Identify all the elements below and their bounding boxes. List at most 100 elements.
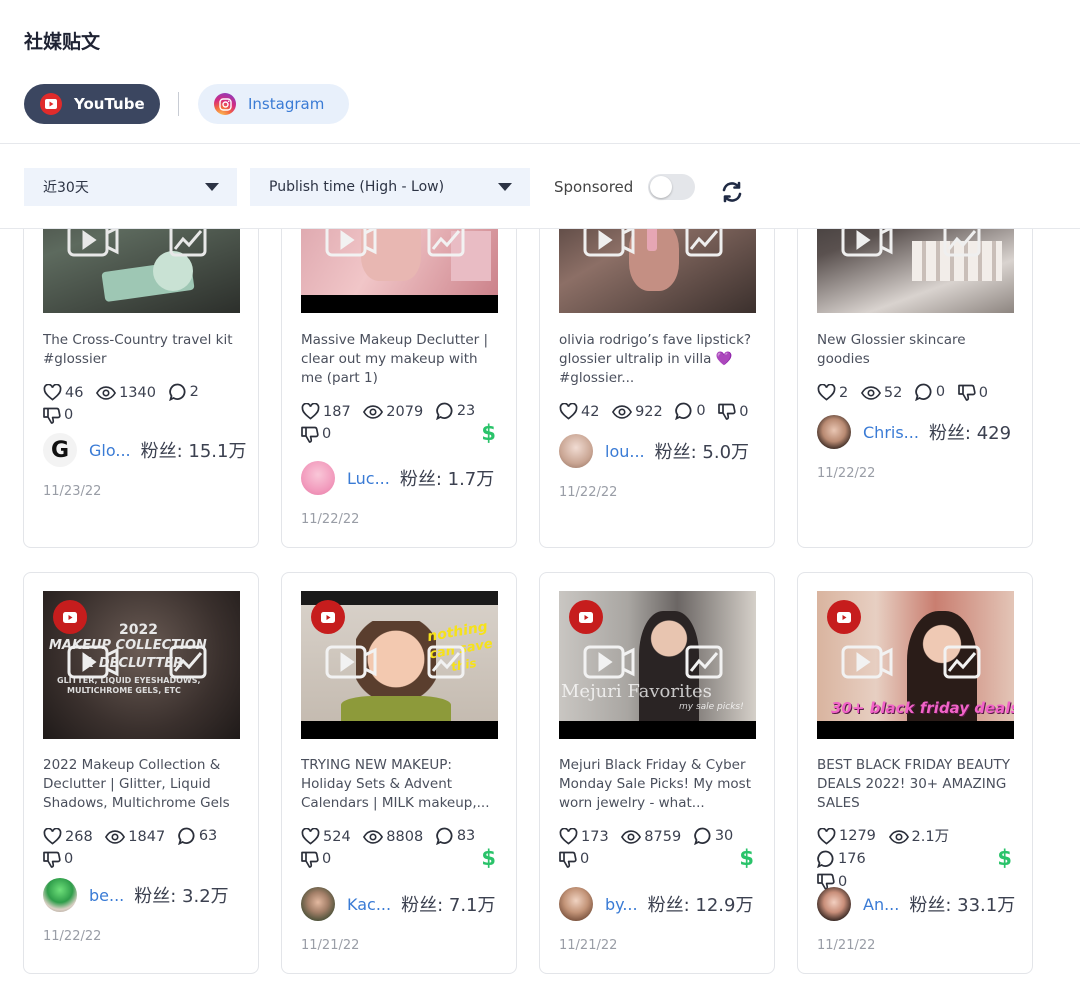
thumbs-down-icon: [957, 384, 976, 401]
author[interactable]: G Glo... 粉丝: 15.1万: [43, 433, 246, 467]
post-title[interactable]: Massive Makeup Declutter | clear out my …: [301, 331, 501, 388]
follower-count: 粉丝: 7.1万: [401, 895, 496, 916]
sort-value: Publish time (High - Low): [269, 179, 445, 195]
heart-icon: [301, 403, 320, 420]
date-range-value: 近30天: [43, 180, 89, 196]
author[interactable]: be... 粉丝: 3.2万: [43, 878, 229, 912]
tab-instagram-label: Instagram: [248, 95, 325, 113]
likes-stat: 42: [559, 403, 599, 421]
comments-stat: 63: [177, 827, 217, 845]
post-title[interactable]: 2022 Makeup Collection & Declutter | Gli…: [43, 756, 243, 813]
author-name[interactable]: Chris...: [863, 423, 919, 442]
video-thumbnail[interactable]: Mejuri Favorites my sale picks!: [559, 591, 756, 739]
author-name[interactable]: Luc...: [347, 469, 390, 488]
post-card[interactable]: 30+ black friday deals BEST BLACK FRIDAY…: [797, 572, 1033, 974]
tab-youtube-label: YouTube: [74, 95, 145, 113]
views-stat: 1340: [96, 384, 156, 402]
video-thumbnail[interactable]: nothing can save this: [301, 591, 498, 739]
post-title[interactable]: BEST BLACK FRIDAY BEAUTY DEALS 2022! 30+…: [817, 756, 1017, 813]
author[interactable]: Chris... 粉丝: 429: [817, 415, 1011, 449]
author[interactable]: Kac... 粉丝: 7.1万: [301, 887, 496, 921]
comment-icon: [817, 850, 834, 868]
sponsored-dollar-icon: $: [481, 846, 496, 870]
author-name[interactable]: Kac...: [347, 895, 391, 914]
post-stats: 173 8759 30 0: [559, 827, 759, 868]
avatar: [817, 415, 851, 449]
avatar: [301, 887, 335, 921]
dislikes-stat: 0: [957, 384, 988, 402]
comments-stat: 83: [435, 827, 475, 845]
author[interactable]: by... 粉丝: 12.9万: [559, 887, 753, 921]
follower-count: 粉丝: 33.1万: [909, 895, 1016, 916]
post-title[interactable]: olivia rodrigo’s fave lipstick? glossier…: [559, 331, 759, 388]
post-title[interactable]: Mejuri Black Friday & Cyber Monday Sale …: [559, 756, 759, 813]
dislikes-stat: 0: [718, 403, 748, 421]
thumbs-down-icon: [301, 426, 319, 443]
likes-stat: 173: [559, 828, 609, 846]
author[interactable]: lou... 粉丝: 5.0万: [559, 434, 749, 468]
comment-icon: [915, 383, 932, 401]
post-title[interactable]: TRYING NEW MAKEUP: Holiday Sets & Advent…: [301, 756, 501, 813]
thumbnail-caption: my sale picks!: [679, 702, 744, 712]
comment-icon: [168, 383, 186, 401]
refresh-icon[interactable]: [720, 180, 744, 204]
thumbnail-caption: 30+ black friday deals: [831, 699, 1014, 717]
author[interactable]: Luc... 粉丝: 1.7万: [301, 461, 494, 495]
author-name[interactable]: be...: [89, 886, 124, 905]
thumbs-down-icon: [559, 851, 577, 868]
post-date: 11/22/22: [559, 485, 618, 500]
sort-select[interactable]: Publish time (High - Low): [250, 168, 530, 206]
thumbs-down-icon: [718, 403, 736, 420]
author[interactable]: An... 粉丝: 33.1万: [817, 887, 1015, 921]
author-name[interactable]: An...: [863, 895, 899, 914]
post-date: 11/22/22: [301, 512, 360, 527]
follower-count: 粉丝: 3.2万: [134, 886, 229, 907]
post-card[interactable]: nothing can save this TRYING NEW MAKEUP:…: [281, 572, 517, 974]
comments-stat: 0: [915, 383, 945, 401]
sponsored-toggle[interactable]: [648, 174, 695, 200]
date-range-select[interactable]: 近30天: [24, 168, 237, 206]
post-stats: 2 52 0 0: [817, 383, 1017, 406]
video-thumbnail[interactable]: 30+ black friday deals: [817, 591, 1014, 739]
comment-icon: [675, 402, 692, 420]
tab-instagram[interactable]: Instagram: [198, 84, 349, 124]
youtube-badge-icon: [827, 600, 861, 634]
heart-icon: [43, 828, 62, 845]
thumbnail-caption: 2022: [119, 622, 158, 638]
eye-icon: [621, 830, 642, 844]
eye-icon: [860, 386, 881, 400]
dislikes-stat: 0: [301, 850, 331, 868]
video-overlay-icons: [67, 645, 207, 679]
heart-icon: [817, 384, 836, 401]
author-name[interactable]: Glo...: [89, 441, 131, 460]
dislikes-stat: 0: [43, 406, 73, 424]
dislikes-stat: 0: [301, 425, 331, 443]
avatar: [559, 887, 593, 921]
comment-icon: [435, 402, 453, 420]
comments-stat: 2: [168, 383, 199, 401]
sponsored-dollar-icon: $: [481, 421, 496, 445]
post-card[interactable]: Mejuri Favorites my sale picks! Mejuri B…: [539, 572, 775, 974]
avatar: [43, 878, 77, 912]
video-thumbnail[interactable]: 2022 MAKEUP COLLECTION & DECLUTTER GLITT…: [43, 591, 240, 739]
post-title[interactable]: New Glossier skincare goodies: [817, 331, 1017, 369]
dislikes-stat: 0: [559, 850, 589, 868]
heart-icon: [559, 828, 578, 845]
heart-icon: [559, 403, 578, 420]
author-name[interactable]: lou...: [605, 442, 645, 461]
tab-youtube[interactable]: YouTube: [24, 84, 160, 124]
author-name[interactable]: by...: [605, 895, 638, 914]
youtube-badge-icon: [53, 600, 87, 634]
comments-stat: 30: [693, 827, 733, 845]
comments-stat: 23: [435, 402, 475, 420]
post-stats: 524 8808 83 0: [301, 827, 501, 868]
thumbs-down-icon: [301, 851, 319, 868]
page-title: 社媒贴文: [24, 31, 101, 53]
caret-down-icon: [498, 183, 512, 191]
post-date: 11/21/22: [301, 938, 360, 953]
thumbs-down-icon: [43, 407, 61, 424]
avatar: [559, 434, 593, 468]
post-title[interactable]: The Cross-Country travel kit #glossier: [43, 331, 243, 369]
post-card[interactable]: 2022 MAKEUP COLLECTION & DECLUTTER GLITT…: [23, 572, 259, 974]
views-stat: 8808: [363, 828, 423, 846]
